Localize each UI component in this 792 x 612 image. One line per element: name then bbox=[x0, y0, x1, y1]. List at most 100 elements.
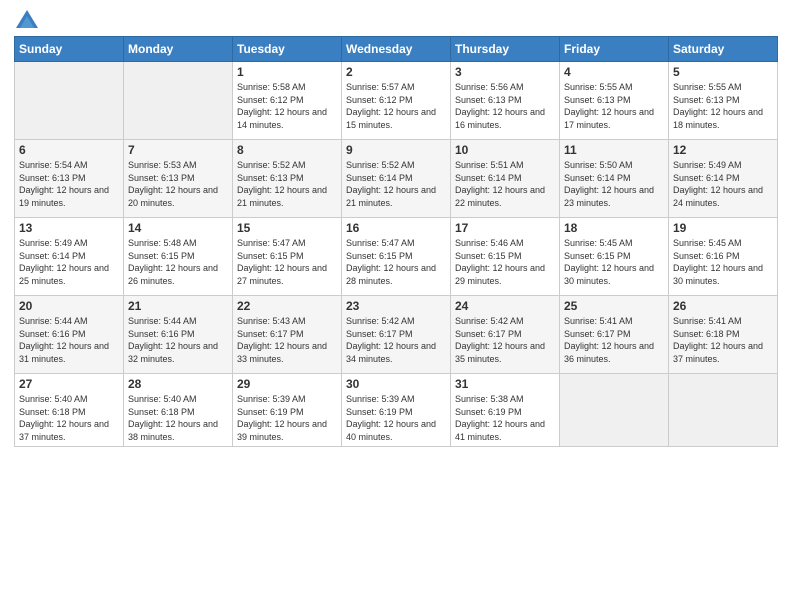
day-number: 1 bbox=[237, 65, 337, 79]
calendar-cell: 7 Sunrise: 5:53 AMSunset: 6:13 PMDaylight… bbox=[124, 140, 233, 218]
day-info: Sunrise: 5:45 AMSunset: 6:16 PMDaylight:… bbox=[673, 237, 773, 287]
calendar-cell: 21 Sunrise: 5:44 AMSunset: 6:16 PMDayligh… bbox=[124, 296, 233, 374]
weekday-header-thursday: Thursday bbox=[451, 37, 560, 62]
day-number: 30 bbox=[346, 377, 446, 391]
day-info: Sunrise: 5:51 AMSunset: 6:14 PMDaylight:… bbox=[455, 159, 555, 209]
weekday-header-monday: Monday bbox=[124, 37, 233, 62]
day-number: 13 bbox=[19, 221, 119, 235]
calendar-cell: 16 Sunrise: 5:47 AMSunset: 6:15 PMDayligh… bbox=[342, 218, 451, 296]
calendar-cell: 3 Sunrise: 5:56 AMSunset: 6:13 PMDaylight… bbox=[451, 62, 560, 140]
day-number: 21 bbox=[128, 299, 228, 313]
logo bbox=[14, 10, 38, 28]
day-info: Sunrise: 5:40 AMSunset: 6:18 PMDaylight:… bbox=[128, 393, 228, 443]
day-number: 26 bbox=[673, 299, 773, 313]
calendar-cell: 15 Sunrise: 5:47 AMSunset: 6:15 PMDayligh… bbox=[233, 218, 342, 296]
day-info: Sunrise: 5:57 AMSunset: 6:12 PMDaylight:… bbox=[346, 81, 446, 131]
calendar-cell: 27 Sunrise: 5:40 AMSunset: 6:18 PMDayligh… bbox=[15, 374, 124, 447]
calendar-table: SundayMondayTuesdayWednesdayThursdayFrid… bbox=[14, 36, 778, 447]
calendar-cell: 28 Sunrise: 5:40 AMSunset: 6:18 PMDayligh… bbox=[124, 374, 233, 447]
calendar-cell bbox=[669, 374, 778, 447]
calendar-cell: 2Sunrise: 5:57 AMSunset: 6:12 PMDaylight… bbox=[342, 62, 451, 140]
calendar-cell: 6 Sunrise: 5:54 AMSunset: 6:13 PMDaylight… bbox=[15, 140, 124, 218]
day-info: Sunrise: 5:49 AMSunset: 6:14 PMDaylight:… bbox=[19, 237, 119, 287]
calendar-cell: 17 Sunrise: 5:46 AMSunset: 6:15 PMDayligh… bbox=[451, 218, 560, 296]
day-number: 6 bbox=[19, 143, 119, 157]
day-info: Sunrise: 5:52 AMSunset: 6:13 PMDaylight:… bbox=[237, 159, 337, 209]
calendar-cell: 29Sunrise: 5:39 AMSunset: 6:19 PMDayligh… bbox=[233, 374, 342, 447]
day-info: Sunrise: 5:47 AMSunset: 6:15 PMDaylight:… bbox=[237, 237, 337, 287]
day-number: 23 bbox=[346, 299, 446, 313]
day-info: Sunrise: 5:47 AMSunset: 6:15 PMDaylight:… bbox=[346, 237, 446, 287]
calendar-cell: 18 Sunrise: 5:45 AMSunset: 6:15 PMDayligh… bbox=[560, 218, 669, 296]
day-info: Sunrise: 5:55 AMSunset: 6:13 PMDaylight:… bbox=[673, 81, 773, 131]
day-number: 9 bbox=[346, 143, 446, 157]
calendar-cell: 12Sunrise: 5:49 AMSunset: 6:14 PMDayligh… bbox=[669, 140, 778, 218]
calendar-cell: 5 Sunrise: 5:55 AMSunset: 6:13 PMDaylight… bbox=[669, 62, 778, 140]
calendar-cell: 25 Sunrise: 5:41 AMSunset: 6:17 PMDayligh… bbox=[560, 296, 669, 374]
day-info: Sunrise: 5:41 AMSunset: 6:18 PMDaylight:… bbox=[673, 315, 773, 365]
calendar-cell bbox=[124, 62, 233, 140]
day-number: 11 bbox=[564, 143, 664, 157]
calendar-cell: 1 Sunrise: 5:58 AMSunset: 6:12 PMDaylight… bbox=[233, 62, 342, 140]
weekday-header-friday: Friday bbox=[560, 37, 669, 62]
day-number: 16 bbox=[346, 221, 446, 235]
day-number: 24 bbox=[455, 299, 555, 313]
weekday-header-row: SundayMondayTuesdayWednesdayThursdayFrid… bbox=[15, 37, 778, 62]
day-info: Sunrise: 5:58 AMSunset: 6:12 PMDaylight:… bbox=[237, 81, 337, 131]
day-number: 7 bbox=[128, 143, 228, 157]
calendar-cell: 19 Sunrise: 5:45 AMSunset: 6:16 PMDayligh… bbox=[669, 218, 778, 296]
day-info: Sunrise: 5:46 AMSunset: 6:15 PMDaylight:… bbox=[455, 237, 555, 287]
day-number: 5 bbox=[673, 65, 773, 79]
day-info: Sunrise: 5:39 AMSunset: 6:19 PMDaylight:… bbox=[346, 393, 446, 443]
day-number: 19 bbox=[673, 221, 773, 235]
day-number: 29 bbox=[237, 377, 337, 391]
calendar-cell: 13 Sunrise: 5:49 AMSunset: 6:14 PMDayligh… bbox=[15, 218, 124, 296]
calendar-cell: 23Sunrise: 5:42 AMSunset: 6:17 PMDayligh… bbox=[342, 296, 451, 374]
weekday-header-wednesday: Wednesday bbox=[342, 37, 451, 62]
day-number: 25 bbox=[564, 299, 664, 313]
calendar-page: SundayMondayTuesdayWednesdayThursdayFrid… bbox=[0, 0, 792, 612]
day-info: Sunrise: 5:44 AMSunset: 6:16 PMDaylight:… bbox=[19, 315, 119, 365]
day-info: Sunrise: 5:49 AMSunset: 6:14 PMDaylight:… bbox=[673, 159, 773, 209]
day-number: 17 bbox=[455, 221, 555, 235]
day-info: Sunrise: 5:56 AMSunset: 6:13 PMDaylight:… bbox=[455, 81, 555, 131]
day-info: Sunrise: 5:40 AMSunset: 6:18 PMDaylight:… bbox=[19, 393, 119, 443]
day-number: 18 bbox=[564, 221, 664, 235]
day-number: 4 bbox=[564, 65, 664, 79]
calendar-cell: 24 Sunrise: 5:42 AMSunset: 6:17 PMDayligh… bbox=[451, 296, 560, 374]
day-number: 31 bbox=[455, 377, 555, 391]
calendar-cell bbox=[15, 62, 124, 140]
calendar-cell: 9 Sunrise: 5:52 AMSunset: 6:14 PMDaylight… bbox=[342, 140, 451, 218]
calendar-cell: 8Sunrise: 5:52 AMSunset: 6:13 PMDaylight… bbox=[233, 140, 342, 218]
day-info: Sunrise: 5:42 AMSunset: 6:17 PMDaylight:… bbox=[455, 315, 555, 365]
day-info: Sunrise: 5:53 AMSunset: 6:13 PMDaylight:… bbox=[128, 159, 228, 209]
day-number: 27 bbox=[19, 377, 119, 391]
weekday-header-sunday: Sunday bbox=[15, 37, 124, 62]
calendar-cell: 30 Sunrise: 5:39 AMSunset: 6:19 PMDayligh… bbox=[342, 374, 451, 447]
day-number: 15 bbox=[237, 221, 337, 235]
calendar-cell: 20Sunrise: 5:44 AMSunset: 6:16 PMDayligh… bbox=[15, 296, 124, 374]
day-info: Sunrise: 5:38 AMSunset: 6:19 PMDaylight:… bbox=[455, 393, 555, 443]
day-info: Sunrise: 5:48 AMSunset: 6:15 PMDaylight:… bbox=[128, 237, 228, 287]
day-info: Sunrise: 5:44 AMSunset: 6:16 PMDaylight:… bbox=[128, 315, 228, 365]
day-info: Sunrise: 5:43 AMSunset: 6:17 PMDaylight:… bbox=[237, 315, 337, 365]
calendar-week-row: 13 Sunrise: 5:49 AMSunset: 6:14 PMDayligh… bbox=[15, 218, 778, 296]
day-info: Sunrise: 5:45 AMSunset: 6:15 PMDaylight:… bbox=[564, 237, 664, 287]
logo-icon bbox=[16, 10, 38, 28]
calendar-week-row: 20Sunrise: 5:44 AMSunset: 6:16 PMDayligh… bbox=[15, 296, 778, 374]
calendar-cell: 31 Sunrise: 5:38 AMSunset: 6:19 PMDayligh… bbox=[451, 374, 560, 447]
day-number: 10 bbox=[455, 143, 555, 157]
day-info: Sunrise: 5:54 AMSunset: 6:13 PMDaylight:… bbox=[19, 159, 119, 209]
calendar-cell: 26 Sunrise: 5:41 AMSunset: 6:18 PMDayligh… bbox=[669, 296, 778, 374]
day-info: Sunrise: 5:52 AMSunset: 6:14 PMDaylight:… bbox=[346, 159, 446, 209]
day-number: 22 bbox=[237, 299, 337, 313]
day-number: 3 bbox=[455, 65, 555, 79]
weekday-header-saturday: Saturday bbox=[669, 37, 778, 62]
day-number: 28 bbox=[128, 377, 228, 391]
calendar-cell: 4 Sunrise: 5:55 AMSunset: 6:13 PMDaylight… bbox=[560, 62, 669, 140]
day-number: 14 bbox=[128, 221, 228, 235]
day-info: Sunrise: 5:41 AMSunset: 6:17 PMDaylight:… bbox=[564, 315, 664, 365]
calendar-cell: 10 Sunrise: 5:51 AMSunset: 6:14 PMDayligh… bbox=[451, 140, 560, 218]
day-info: Sunrise: 5:55 AMSunset: 6:13 PMDaylight:… bbox=[564, 81, 664, 131]
day-info: Sunrise: 5:50 AMSunset: 6:14 PMDaylight:… bbox=[564, 159, 664, 209]
